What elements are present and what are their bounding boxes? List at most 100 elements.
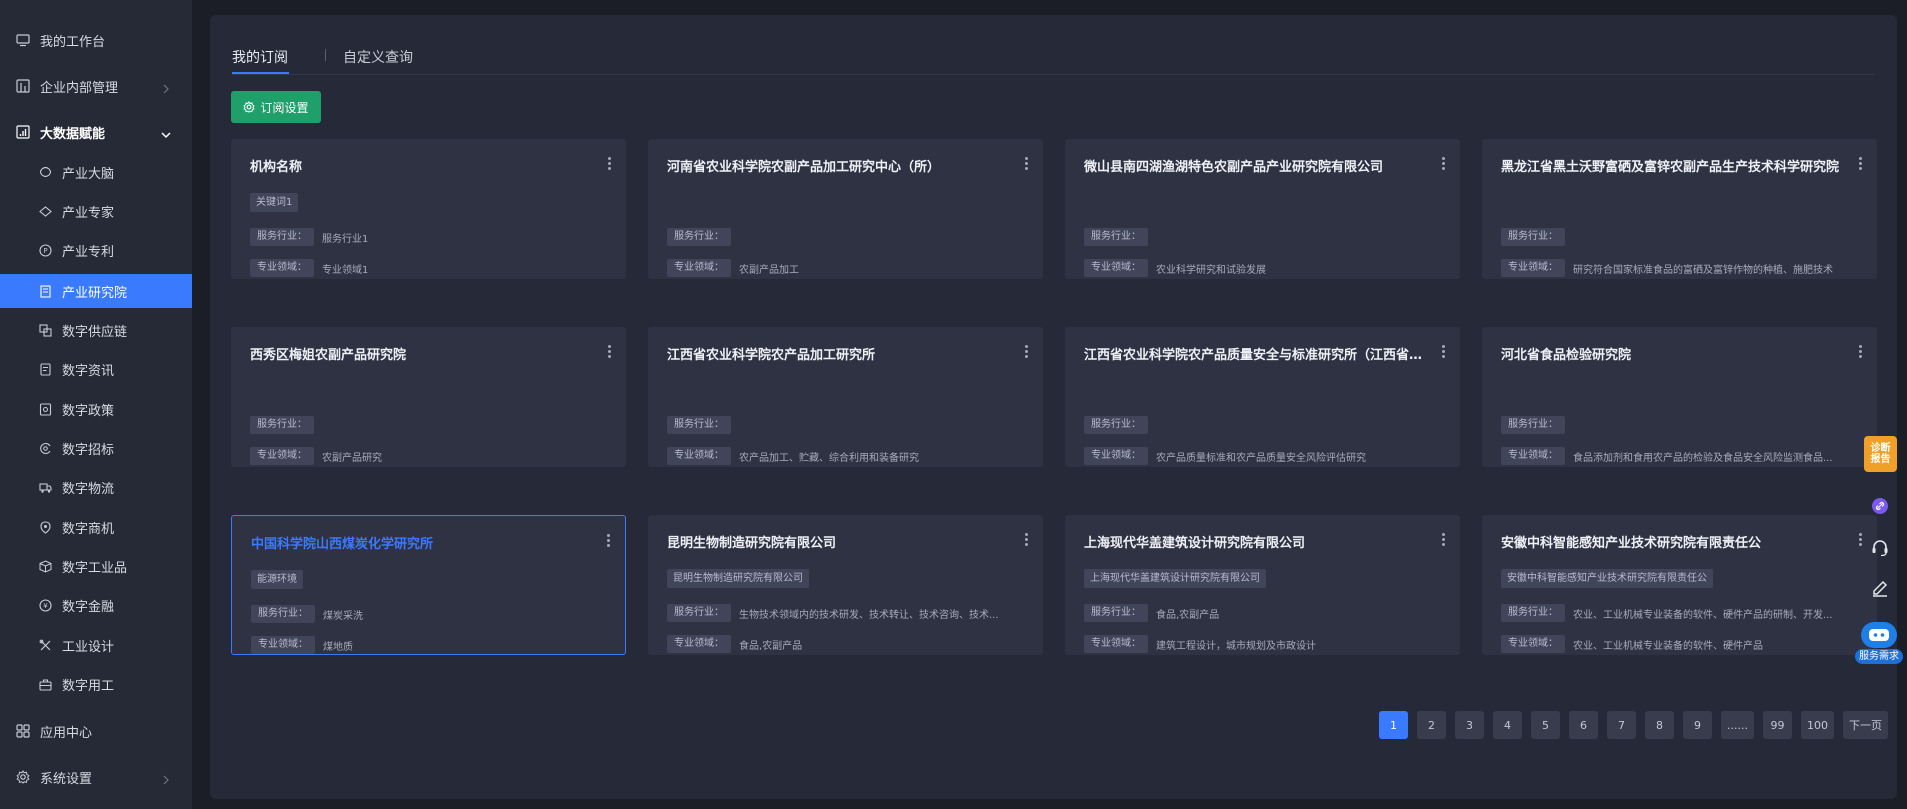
sidebar-item-industry-expert[interactable]: 产业专家 <box>0 194 192 228</box>
field-label: 专业领域： <box>250 447 314 465</box>
sidebar-item-big-data[interactable]: 大数据赋能 <box>0 115 192 149</box>
field-row: 专业领域： 煤地质 <box>251 636 353 654</box>
field-row: 专业领域： 研究符合国家标准食品的富硒及富锌作物的种植、施肥技术 <box>1501 259 1833 277</box>
more-vertical-icon[interactable] <box>1857 345 1863 359</box>
sidebar-item-industrial-products[interactable]: 数字工业品 <box>0 549 192 583</box>
sidebar-item-industry-patent[interactable]: P 产业专利 <box>0 233 192 267</box>
sidebar-item-digital-logistics[interactable]: 数字物流 <box>0 470 192 504</box>
page-button[interactable]: 99 <box>1762 711 1792 739</box>
next-page-button[interactable]: 下一页 <box>1842 711 1888 739</box>
chart-icon <box>15 124 31 140</box>
more-vertical-icon[interactable] <box>1023 157 1029 171</box>
sidebar-item-industrial-design[interactable]: 工业设计 <box>0 628 192 662</box>
expert-icon <box>38 204 52 218</box>
card-title: 昆明生物制造研究院有限公司 <box>667 536 837 551</box>
field-label: 专业领域： <box>1501 447 1565 465</box>
page-button[interactable]: 5 <box>1531 711 1560 739</box>
more-vertical-icon[interactable] <box>1440 533 1446 547</box>
sidebar-item-system-settings[interactable]: 系统设置 <box>0 760 192 794</box>
sidebar-item-label: 数字招标 <box>62 442 115 458</box>
industry-value: 食品,农副产品 <box>1156 609 1220 621</box>
tab-custom-query[interactable]: 自定义查询 <box>343 47 413 67</box>
field-row: 专业领域： 食品添加剂和食用农产品的检验及食品安全风险监测食品... <box>1501 447 1833 465</box>
field-label: 专业领域： <box>1084 259 1148 277</box>
diagnosis-report-button[interactable]: 诊断 报告 <box>1864 436 1897 472</box>
sidebar-item-label: 产业专利 <box>62 244 115 260</box>
page-button[interactable]: 3 <box>1455 711 1484 739</box>
page-button[interactable]: 2 <box>1417 711 1446 739</box>
field-row: 专业领域： 农业、工业机械专业装备的软件、硬件产品 <box>1501 635 1763 653</box>
institute-card[interactable]: 江西省农业科学院农产品质量安全与标准研究所（江西省绿... 服务行业： 专业领域… <box>1065 327 1460 467</box>
sidebar-item-digital-opportunity[interactable]: 数字商机 <box>0 510 192 544</box>
institute-card[interactable]: 黑龙江省黑土沃野富硒及富锌农副产品生产技术科学研究院 服务行业： 专业领域： 研… <box>1482 139 1877 279</box>
page-button[interactable]: 100 <box>1800 711 1834 739</box>
page-button[interactable]: 6 <box>1569 711 1598 739</box>
truck-icon <box>38 480 52 494</box>
sidebar-item-digital-employment[interactable]: 数字用工 <box>0 667 192 701</box>
page-button-current[interactable]: 1 <box>1379 711 1408 739</box>
more-vertical-icon[interactable] <box>1440 157 1446 171</box>
sidebar-item-industry-institute[interactable]: 产业研究院 <box>0 274 192 308</box>
more-vertical-icon[interactable] <box>1857 157 1863 171</box>
sidebar-item-digital-news[interactable]: 数字资讯 <box>0 352 192 386</box>
sidebar-item-label: 数字物流 <box>62 481 115 497</box>
sidebar-item-label: 产业研究院 <box>62 285 128 301</box>
more-vertical-icon[interactable] <box>1857 533 1863 547</box>
sidebar-item-label: 数字工业品 <box>62 560 128 576</box>
industry-label: 服务行业： <box>1501 604 1565 622</box>
sidebar-item-label: 产业大脑 <box>62 166 115 182</box>
sidebar-item-supply-chain[interactable]: 数字供应链 <box>0 313 192 347</box>
institute-card[interactable]: 安徽中科智能感知产业技术研究院有限责任公 安徽中科智能感知产业技术研究院有限责任… <box>1482 515 1877 655</box>
institute-card[interactable]: 微山县南四湖渔湖特色农副产品产业研究院有限公司 服务行业： 专业领域： 农业科学… <box>1065 139 1460 279</box>
more-vertical-icon[interactable] <box>1440 345 1446 359</box>
tab-my-subscriptions[interactable]: 我的订阅 <box>232 47 288 67</box>
institute-card[interactable]: 西秀区梅姐农副产品研究院 服务行业： 专业领域： 农副产品研究 <box>231 327 626 467</box>
page-button[interactable]: 4 <box>1493 711 1522 739</box>
page-button[interactable]: 9 <box>1683 711 1712 739</box>
sidebar-item-label: 产业专家 <box>62 205 115 221</box>
sidebar-item-label: 数字金融 <box>62 599 115 615</box>
link-icon[interactable] <box>1870 496 1890 516</box>
gear-icon <box>15 769 31 785</box>
institute-card-selected[interactable]: 中国科学院山西煤炭化学研究所 能源环境 服务行业： 煤炭采洗 专业领域： 煤地质 <box>231 515 626 655</box>
institute-card[interactable]: 江西省农业科学院农产品加工研究所 服务行业： 专业领域： 农产品加工、贮藏、综合… <box>648 327 1043 467</box>
institute-card[interactable]: 机构名称 关键词1 服务行业： 服务行业1 专业领域： 专业领域1 <box>231 139 626 279</box>
sidebar-item-workbench[interactable]: 我的工作台 <box>0 23 192 57</box>
keyword-tag: 昆明生物制造研究院有限公司 <box>667 569 809 588</box>
card-title: 江西省农业科学院农产品质量安全与标准研究所（江西省绿... <box>1084 348 1424 363</box>
institute-card[interactable]: 上海现代华盖建筑设计研究院有限公司 上海现代华盖建筑设计研究院有限公司 服务行业… <box>1065 515 1460 655</box>
page-ellipsis[interactable]: ...... <box>1721 711 1754 739</box>
keyword-tag: 能源环境 <box>251 570 303 589</box>
headset-icon[interactable] <box>1869 537 1891 559</box>
finance-icon: ¥ <box>38 598 52 612</box>
institute-card[interactable]: 河北省食品检验研究院 服务行业： 专业领域： 食品添加剂和食用农产品的检验及食品… <box>1482 327 1877 467</box>
page-button[interactable]: 7 <box>1607 711 1636 739</box>
sidebar-item-label: 我的工作台 <box>40 34 106 50</box>
field-value: 农产品加工、贮藏、综合利用和装备研究 <box>739 452 919 464</box>
field-label: 专业领域： <box>251 636 315 654</box>
industry-label: 服务行业： <box>1084 604 1148 622</box>
page-button[interactable]: 8 <box>1645 711 1674 739</box>
sidebar-item-label: 数字政策 <box>62 403 115 419</box>
subscribe-settings-button[interactable]: 订阅设置 <box>231 91 321 123</box>
pagination: 1 2 3 4 5 6 7 8 9 ...... 99 100 下一页 <box>1370 711 1888 739</box>
sidebar-item-digital-policy[interactable]: 数字政策 <box>0 392 192 426</box>
more-vertical-icon[interactable] <box>606 345 612 359</box>
sidebar-item-app-center[interactable]: 应用中心 <box>0 714 192 748</box>
service-request-button[interactable]: 服务需求 <box>1851 622 1907 664</box>
sidebar-item-digital-finance[interactable]: ¥ 数字金融 <box>0 588 192 622</box>
more-vertical-icon[interactable] <box>1023 345 1029 359</box>
more-vertical-icon[interactable] <box>1023 533 1029 547</box>
field-value: 农产品质量标准和农产品质量安全风险评估研究 <box>1156 452 1366 464</box>
more-vertical-icon[interactable] <box>606 157 612 171</box>
edit-icon[interactable] <box>1869 577 1891 599</box>
more-vertical-icon[interactable] <box>605 534 611 548</box>
industry-row: 服务行业： 食品,农副产品 <box>1084 604 1219 622</box>
field-row: 专业领域： 农业科学研究和试验发展 <box>1084 259 1266 277</box>
sidebar-item-enterprise-management[interactable]: 企业内部管理 <box>0 69 192 103</box>
institute-card[interactable]: 昆明生物制造研究院有限公司 昆明生物制造研究院有限公司 服务行业： 生物技术领域… <box>648 515 1043 655</box>
sidebar-item-industry-brain[interactable]: 产业大脑 <box>0 155 192 189</box>
institute-card[interactable]: 河南省农业科学院农副产品加工研究中心（所） 服务行业： 专业领域： 农副产品加工 <box>648 139 1043 279</box>
chevron-right-icon <box>160 771 172 785</box>
sidebar-item-digital-bidding[interactable]: 数字招标 <box>0 431 192 465</box>
